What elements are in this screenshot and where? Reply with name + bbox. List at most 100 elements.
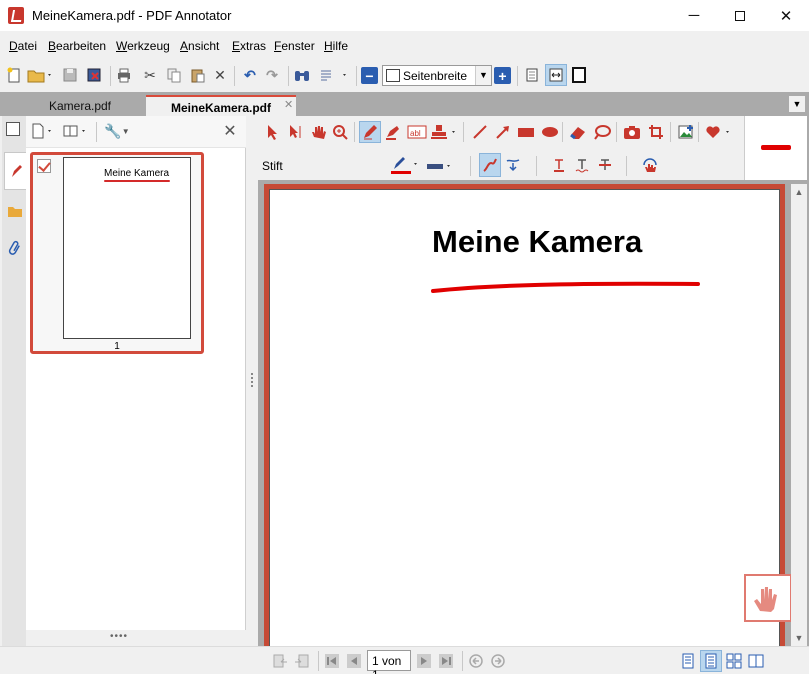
previous-page-icon[interactable] [344, 651, 364, 671]
forward-icon[interactable] [488, 651, 508, 671]
highlighter-icon[interactable] [382, 122, 402, 142]
next-document-icon[interactable] [292, 651, 312, 671]
side-tab-bookmarks[interactable] [4, 192, 26, 230]
menu-ansicht[interactable]: Ansicht [180, 39, 219, 53]
scroll-up-icon[interactable]: ▲ [791, 184, 807, 200]
maximize-button[interactable] [717, 0, 763, 31]
maximize-icon [735, 10, 745, 21]
last-page-icon[interactable] [436, 651, 456, 671]
pdf-page[interactable]: Meine Kamera [269, 189, 792, 646]
zoom-in-button[interactable]: + [494, 67, 511, 84]
open-folder-icon[interactable] [26, 65, 54, 85]
find-replace-icon[interactable] [318, 65, 350, 85]
lasso-icon[interactable] [592, 122, 612, 142]
side-tab-attachments[interactable] [4, 230, 26, 268]
select-text-icon[interactable] [286, 122, 306, 142]
menu-fenster[interactable]: Fenster [274, 39, 315, 53]
squiggly-text-icon[interactable] [572, 155, 592, 175]
menu-bearbeiten[interactable]: Bearbeiten [48, 39, 106, 53]
first-page-icon[interactable] [322, 651, 342, 671]
save-icon[interactable] [60, 65, 80, 85]
favorites-heart-icon[interactable] [704, 122, 734, 142]
ellipse-tool-icon[interactable] [540, 122, 560, 142]
menu-extras[interactable]: Extras [232, 39, 266, 53]
zoom-select[interactable]: Seitenbreite ▼ [382, 65, 492, 86]
thumbnail-panel-toolbar: 🔧 ▼ ✕ [6, 116, 246, 148]
select-arrow-icon[interactable] [262, 122, 282, 142]
minimize-button[interactable]: ─ [671, 0, 717, 31]
underline-text-icon[interactable] [549, 155, 569, 175]
close-tab-icon[interactable]: ✕ [284, 98, 293, 111]
stroke-preview [744, 116, 807, 180]
thumbnail-checkbox[interactable] [37, 159, 51, 173]
paperclip-icon [8, 240, 20, 255]
freehand-stroke-icon[interactable] [479, 153, 501, 177]
paste-icon[interactable] [188, 65, 208, 85]
menu-hilfe[interactable]: Hilfe [324, 39, 348, 53]
new-document-icon[interactable] [4, 65, 24, 85]
toolbar-separator [626, 156, 627, 176]
insert-image-icon[interactable] [676, 122, 696, 142]
stamp-icon[interactable] [430, 122, 458, 142]
binoculars-icon[interactable] [292, 65, 312, 85]
tab-kamera[interactable]: Kamera.pdf [20, 95, 140, 116]
page-number-input[interactable]: 1 von 1 [367, 650, 411, 674]
select-all-checkbox[interactable] [6, 122, 20, 136]
pen-tool-icon[interactable] [359, 121, 381, 143]
close-button[interactable]: ✕ [763, 0, 809, 31]
fit-width-view-icon[interactable] [545, 64, 567, 86]
pen-annotation-stroke[interactable] [430, 276, 702, 298]
new-page-icon[interactable] [30, 121, 56, 141]
cut-icon[interactable]: ✂ [140, 65, 160, 85]
next-page-icon[interactable] [414, 651, 434, 671]
copy-icon[interactable] [164, 65, 184, 85]
single-page-view-icon[interactable] [522, 65, 542, 85]
smooth-stroke-icon[interactable] [503, 155, 523, 175]
tab-meinekamera[interactable]: MeineKamera.pdf [146, 95, 296, 116]
zoom-tool-icon[interactable] [330, 122, 350, 142]
zoom-out-button[interactable]: − [361, 67, 378, 84]
continuous-layout-icon[interactable] [700, 650, 722, 672]
arrow-tool-icon[interactable] [493, 122, 513, 142]
scroll-down-icon[interactable]: ▼ [791, 630, 807, 646]
preview-stroke-sample [761, 145, 791, 150]
previous-document-icon[interactable] [270, 651, 290, 671]
fullscreen-icon[interactable] [569, 65, 589, 85]
pen-color-picker[interactable] [390, 155, 422, 175]
facing-pages-layout-icon[interactable] [746, 651, 766, 671]
hand-tool-icon[interactable] [308, 122, 328, 142]
touch-draw-icon[interactable] [640, 155, 660, 175]
print-icon[interactable] [114, 65, 134, 85]
current-tool-label: Stift [262, 159, 283, 173]
undo-icon[interactable]: ↶ [240, 65, 260, 85]
page-thumbnail-1[interactable]: Meine Kamera 1 [30, 152, 204, 354]
svg-text:abl: abl [410, 129, 421, 138]
tab-list-chevron-icon[interactable]: ▼ [789, 96, 805, 112]
page-layout-icon[interactable] [62, 121, 90, 141]
strikeout-text-icon[interactable] [595, 155, 615, 175]
single-page-layout-icon[interactable] [678, 651, 698, 671]
redo-icon[interactable]: ↷ [262, 65, 282, 85]
save-as-icon[interactable] [84, 65, 104, 85]
crop-icon[interactable] [646, 122, 666, 142]
touch-hand-overlay[interactable] [744, 574, 792, 622]
menu-werkzeug[interactable]: Werkzeug [116, 39, 170, 53]
side-tab-annotations[interactable] [4, 152, 26, 190]
back-icon[interactable] [466, 651, 486, 671]
chevron-down-icon: ▼ [475, 66, 491, 85]
rectangle-tool-icon[interactable] [516, 122, 536, 142]
panel-splitter[interactable] [246, 116, 258, 646]
line-tool-icon[interactable] [470, 122, 490, 142]
line-width-picker[interactable] [426, 156, 454, 176]
two-page-layout-icon[interactable] [724, 651, 744, 671]
app-logo-icon [8, 7, 24, 24]
menu-datei[interactable]: Datei [9, 39, 37, 53]
panel-resize-grip[interactable]: •••• [110, 631, 128, 642]
tools-wrench-icon[interactable]: 🔧 ▼ [102, 121, 132, 141]
eraser-icon[interactable] [568, 122, 588, 142]
text-box-icon[interactable]: abl [406, 122, 428, 142]
delete-icon[interactable]: ✕ [210, 65, 230, 85]
vertical-scrollbar[interactable]: ▲ ▼ [791, 184, 807, 646]
close-panel-button[interactable]: ✕ [220, 121, 240, 141]
camera-icon[interactable] [622, 122, 642, 142]
